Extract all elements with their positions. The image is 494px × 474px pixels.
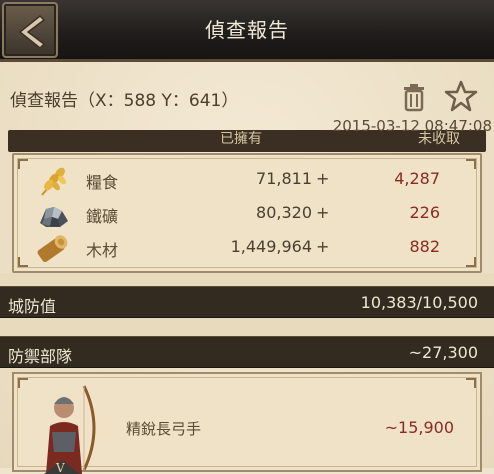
defense-troops-bar: 防禦部隊 ~27,300 [0, 336, 494, 368]
wood-log-icon [37, 235, 68, 263]
troop-count: ~15,900 [384, 418, 454, 437]
resource-name: 木材 [86, 241, 119, 260]
resource-uncollected: 4,287 [394, 169, 440, 188]
resource-row-food: 糧食 71,811 + 4,287 [14, 163, 484, 197]
report-timestamp: 2015-03-12 08:47:08 [332, 117, 492, 135]
resource-uncollected: 882 [409, 237, 440, 256]
plus-sign: + [316, 237, 330, 256]
city-defense-label: 城防值 [8, 297, 57, 316]
spacer-band [0, 318, 494, 336]
wheat-icon [41, 167, 66, 196]
resource-row-iron: 鐵礦 80,320 + 226 [14, 197, 484, 231]
plus-sign: + [316, 203, 330, 222]
page-title: 偵查報告 [205, 18, 289, 42]
resource-owned: 80,320 [256, 203, 312, 222]
panel-corner [18, 378, 28, 388]
resource-name: 糧食 [86, 173, 119, 192]
longbow-archer-icon: V [44, 385, 96, 474]
report-title: 偵查報告（X：588 Y：641） [10, 91, 239, 111]
troop-panel: V 精銳長弓手 ~15,900 [12, 372, 482, 474]
resource-uncollected: 226 [409, 203, 440, 222]
resource-name: 鐵礦 [86, 207, 119, 226]
city-defense-value: 10,383/10,500 [360, 293, 478, 312]
resource-owned: 1,449,964 [230, 237, 312, 256]
panel-corner [466, 378, 476, 388]
trash-icon[interactable] [401, 82, 427, 112]
iron-ore-icon [40, 207, 68, 227]
defense-troops-label: 防禦部隊 [8, 347, 73, 366]
top-bar: 偵查報告 [0, 0, 494, 62]
owned-column-header: 已擁有 [220, 131, 262, 147]
resource-row-wood: 木材 1,449,964 + 882 [14, 231, 484, 265]
favorite-star-icon[interactable] [444, 80, 478, 112]
troop-name: 精銳長弓手 [126, 420, 202, 438]
resource-owned: 71,811 [256, 169, 312, 188]
plus-sign: + [316, 169, 330, 188]
resource-panel: 糧食 71,811 + 4,287 鐵礦 80,320 + 226 木材 1,4… [12, 153, 482, 273]
city-defense-bar: 城防值 10,383/10,500 [0, 286, 494, 318]
defense-troops-value: ~27,300 [408, 343, 478, 362]
